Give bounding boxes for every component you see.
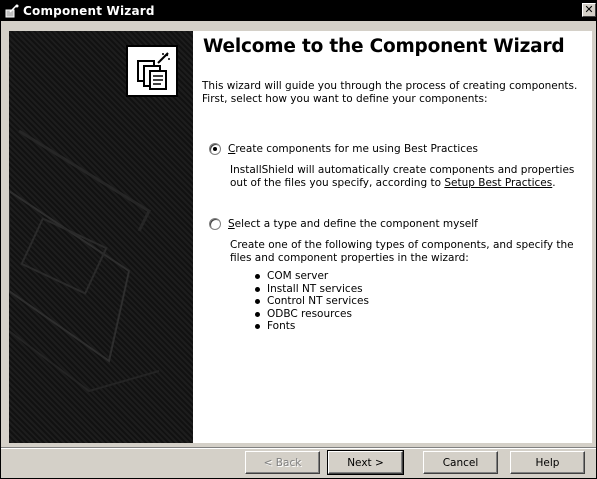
help-button[interactable]: Help xyxy=(510,451,585,474)
component-wizard-window: Component Wizard ✕ Welcome to the Compon… xyxy=(0,0,597,479)
intro-text: This wizard will guide you through the p… xyxy=(202,80,578,105)
back-button[interactable]: < Back xyxy=(245,451,320,474)
setup-best-practices-link[interactable]: Setup Best Practices xyxy=(444,177,552,189)
option-custom-type-description: Create one of the following types of com… xyxy=(230,239,574,264)
list-item: COM server xyxy=(255,270,369,283)
radio-custom-type[interactable] xyxy=(209,218,221,230)
wizard-content-panel: Welcome to the Component Wizard This wiz… xyxy=(193,31,592,443)
option-custom-type-accel: S xyxy=(228,218,235,230)
wizard-wand-icon xyxy=(4,3,20,19)
next-button[interactable]: Next > xyxy=(327,450,404,475)
component-types-list: COM server Install NT services Control N… xyxy=(255,270,369,333)
documents-wizard-icon xyxy=(137,52,170,90)
list-item: Install NT services xyxy=(255,283,369,296)
cancel-button[interactable]: Cancel xyxy=(423,451,498,474)
best-practices-desc-suffix: . xyxy=(552,177,556,189)
list-item: Control NT services xyxy=(255,295,369,308)
window-title: Component Wizard xyxy=(23,4,155,18)
option-best-practices-description: InstallShield will automatically create … xyxy=(230,164,585,190)
title-bar[interactable]: Component Wizard ✕ xyxy=(1,1,596,21)
option-best-practices[interactable]: Create components for me using Best Prac… xyxy=(209,143,478,155)
option-custom-type-label[interactable]: Select a type and define the component m… xyxy=(228,218,478,230)
list-item: ODBC resources xyxy=(255,308,369,321)
list-item: Fonts xyxy=(255,320,369,333)
close-button[interactable]: ✕ xyxy=(582,3,596,17)
wizard-client-area: Welcome to the Component Wizard This wiz… xyxy=(1,21,596,478)
option-best-practices-label[interactable]: Create components for me using Best Prac… xyxy=(228,143,478,155)
radio-best-practices[interactable] xyxy=(209,143,221,155)
option-custom-type[interactable]: Select a type and define the component m… xyxy=(209,218,478,230)
button-separator xyxy=(1,447,596,449)
option-custom-type-label-rest: elect a type and define the component my… xyxy=(234,218,478,230)
wizard-sidebar-banner xyxy=(9,31,193,443)
wizard-logo xyxy=(126,45,178,97)
page-title: Welcome to the Component Wizard xyxy=(203,36,565,57)
option-best-practices-label-rest: reate components for me using Best Pract… xyxy=(235,143,478,155)
